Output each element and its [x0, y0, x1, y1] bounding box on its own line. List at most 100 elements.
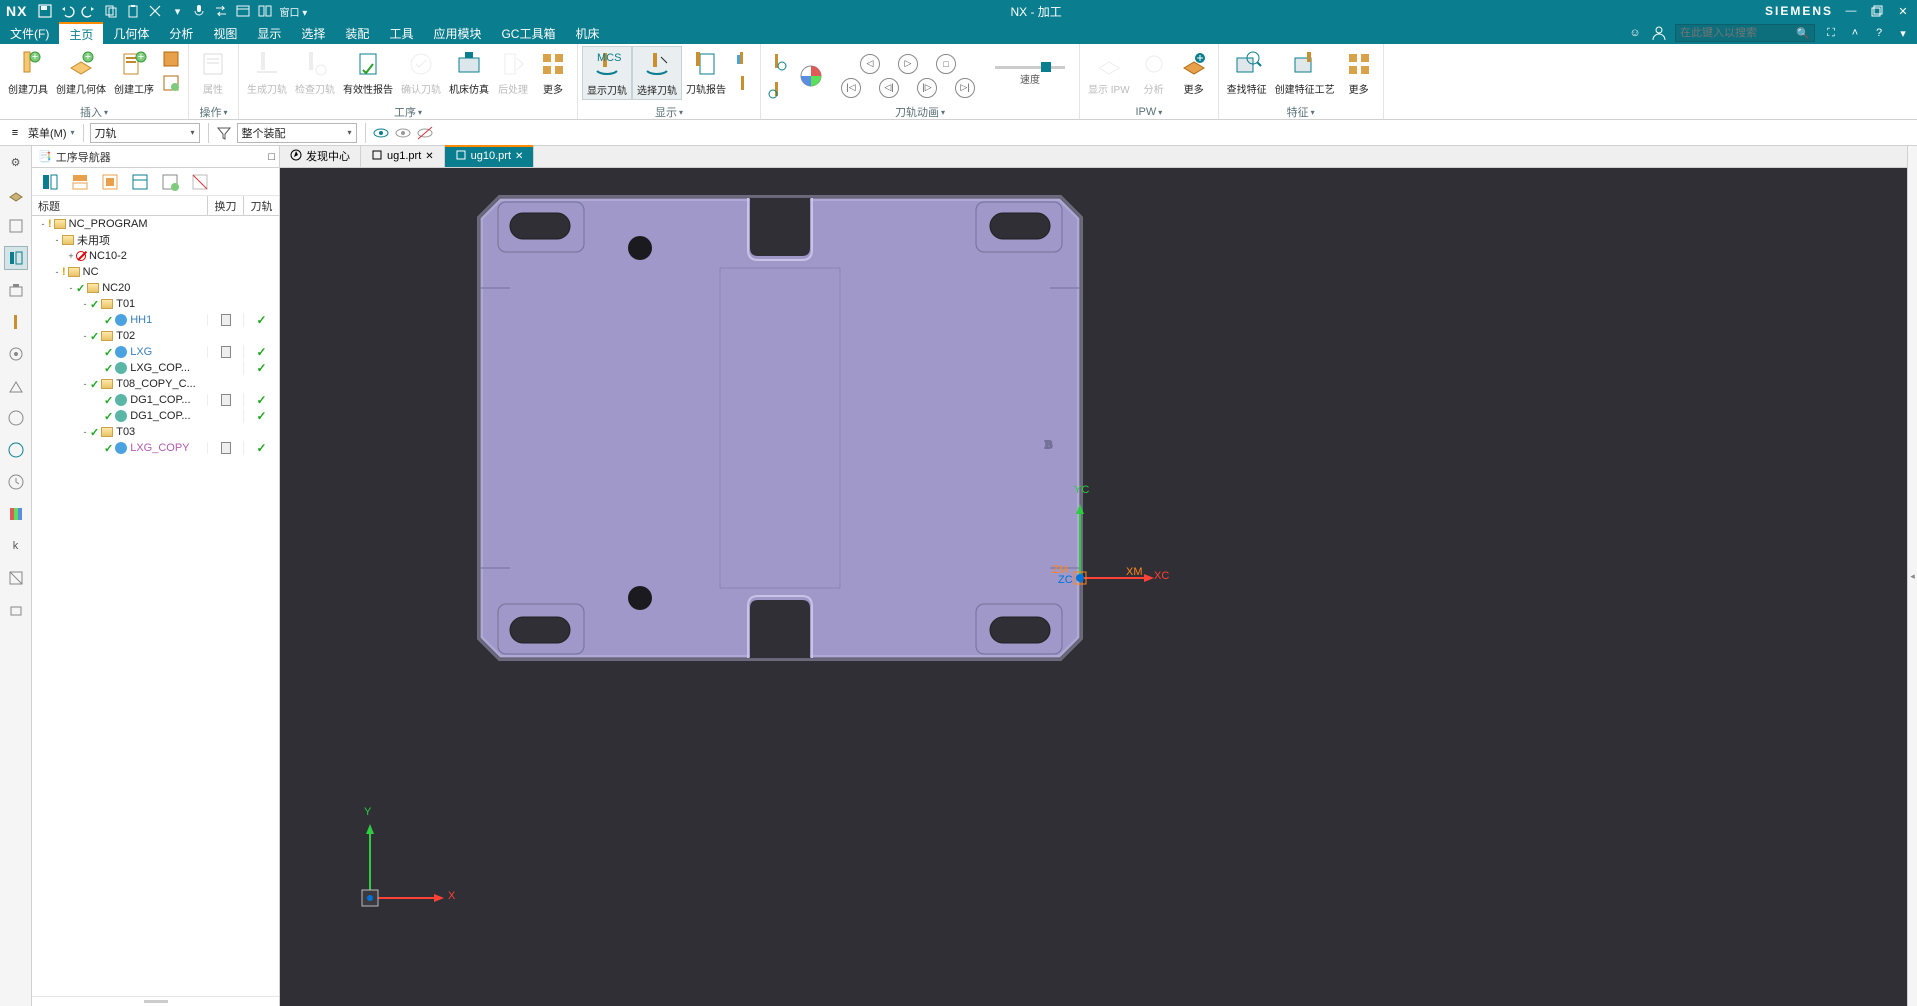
restore-button[interactable] [1869, 3, 1885, 19]
col-toolpath[interactable]: 刀轨 [243, 196, 279, 215]
selmenu-label[interactable]: 菜单(M) [28, 125, 67, 141]
touch-icon[interactable]: ▾ [169, 3, 185, 19]
rail-tool-icon[interactable] [4, 310, 28, 334]
smiley-icon[interactable]: ☺ [1627, 25, 1643, 41]
doc-tab-2[interactable]: ug10.prt✕ [445, 145, 535, 167]
filter-icon[interactable] [215, 124, 233, 142]
tree-twist[interactable]: - [52, 267, 62, 277]
swap-icon[interactable] [213, 3, 229, 19]
paste-icon[interactable] [125, 3, 141, 19]
tree-row[interactable]: ✓LXG_COP...✓ [32, 360, 279, 376]
rail-misc-icon[interactable] [4, 598, 28, 622]
tree-row[interactable]: -✓NC20 [32, 280, 279, 296]
tree-row[interactable]: -!NC [32, 264, 279, 280]
nav-tree[interactable]: -!NC_PROGRAM-未用项+NC10-2-!NC-✓NC20-✓T01✓H… [32, 216, 279, 996]
display-small-2[interactable] [732, 72, 754, 94]
tree-row[interactable]: ✓HH1✓ [32, 312, 279, 328]
tab-close-icon[interactable]: ✕ [425, 151, 433, 162]
rail-machine-icon[interactable] [4, 278, 28, 302]
doc-tab-0[interactable]: 发现中心 [280, 145, 361, 167]
col-toolchange[interactable]: 换刀 [207, 196, 243, 215]
tree-row[interactable]: -未用项 [32, 232, 279, 248]
window-dropdown[interactable]: 窗口 ▾ [279, 3, 307, 19]
anim-color-button[interactable] [791, 58, 831, 94]
menu-item-6[interactable]: 选择 [291, 22, 335, 44]
ribbon-collapse-icon[interactable]: ˄ [1847, 25, 1863, 41]
rail-geom-icon[interactable] [4, 342, 28, 366]
sel-icon-3[interactable] [416, 124, 434, 142]
menu-item-2[interactable]: 几何体 [103, 22, 159, 44]
anim-icon-1[interactable] [767, 51, 789, 73]
tree-row[interactable]: -✓T08_COPY_C... [32, 376, 279, 392]
step-back-button[interactable]: ◁| [879, 78, 899, 98]
tree-twist[interactable]: + [66, 251, 76, 261]
viewport[interactable]: B YC XC ZC XM ZM [280, 168, 1907, 1006]
tab-close-icon[interactable]: ✕ [515, 151, 523, 162]
process-more-button[interactable]: 更多 [533, 46, 573, 98]
tree-row[interactable]: -!NC_PROGRAM [32, 216, 279, 232]
nav-tb-5[interactable] [158, 170, 182, 194]
rail-part-icon[interactable] [4, 182, 28, 206]
tree-twist[interactable]: - [66, 283, 76, 293]
nav-resize-grip[interactable] [32, 996, 279, 1006]
menu-item-1[interactable]: 主页 [59, 22, 103, 44]
menu-item-10[interactable]: GC工具箱 [491, 22, 565, 44]
minimize-button[interactable]: — [1843, 3, 1859, 19]
tree-row[interactable]: ✓LXG_COPY✓ [32, 440, 279, 456]
rail-view-icon[interactable] [4, 438, 28, 462]
step-start-button[interactable]: |◁ [841, 78, 861, 98]
undo-icon[interactable] [59, 3, 75, 19]
step-end-button[interactable]: ▷| [955, 78, 975, 98]
tree-twist[interactable]: - [80, 299, 90, 309]
tree-row[interactable]: ✓DG1_COP...✓ [32, 408, 279, 424]
assembly-scope-combo[interactable]: 整个装配▾ [237, 123, 357, 143]
cut-icon[interactable] [147, 3, 163, 19]
tree-twist[interactable]: - [80, 331, 90, 341]
redo-icon[interactable] [81, 3, 97, 19]
tree-twist[interactable]: - [80, 427, 90, 437]
menu-item-11[interactable]: 机床 [565, 22, 609, 44]
insert-small-1[interactable] [160, 48, 182, 70]
create-geometry-button[interactable]: + 创建几何体 [52, 46, 110, 98]
menu-item-0[interactable]: 文件(F) [0, 22, 59, 44]
rail-palette-icon[interactable] [4, 502, 28, 526]
save-icon[interactable] [37, 3, 53, 19]
layout-icon[interactable] [257, 3, 273, 19]
close-button[interactable]: ✕ [1895, 3, 1911, 19]
rail-history-icon[interactable] [4, 470, 28, 494]
display-small-1[interactable] [732, 48, 754, 70]
tree-row[interactable]: ✓DG1_COP...✓ [32, 392, 279, 408]
tree-row[interactable]: ✓LXG✓ [32, 344, 279, 360]
anim-icon-2[interactable] [767, 79, 789, 101]
create-feature-process-button[interactable]: 创建特征工艺 [1271, 46, 1339, 98]
rail-operation-nav-icon[interactable] [4, 246, 28, 270]
rail-color-icon[interactable] [4, 406, 28, 430]
tree-row[interactable]: +NC10-2 [32, 248, 279, 264]
menu-item-7[interactable]: 装配 [335, 22, 379, 44]
find-feature-button[interactable]: 查找特征 [1223, 46, 1271, 98]
create-tool-button[interactable]: + 创建刀具 [4, 46, 52, 98]
feature-more-button[interactable]: 更多 [1339, 46, 1379, 98]
menu-item-3[interactable]: 分析 [159, 22, 203, 44]
nav-tb-1[interactable] [38, 170, 62, 194]
tree-row[interactable]: -✓T03 [32, 424, 279, 440]
tree-twist[interactable]: - [38, 219, 48, 229]
rail-assembly-icon[interactable] [4, 214, 28, 238]
copy-icon[interactable] [103, 3, 119, 19]
selection-type-combo[interactable]: 刀轨▾ [90, 123, 200, 143]
validity-report-button[interactable]: 有效性报告 [339, 46, 397, 98]
ipw-more-button[interactable]: 更多 [1174, 46, 1214, 98]
insert-small-2[interactable] [160, 72, 182, 94]
mic-icon[interactable] [191, 3, 207, 19]
nav-tb-2[interactable] [68, 170, 92, 194]
toolpath-report-button[interactable]: 刀轨报告 [682, 46, 730, 98]
select-toolpath-button[interactable]: 选择刀轨 [632, 46, 682, 100]
help-icon[interactable]: ? [1871, 25, 1887, 41]
tree-row[interactable]: -✓T02 [32, 328, 279, 344]
tree-twist[interactable]: - [52, 235, 62, 245]
tree-twist[interactable]: - [80, 379, 90, 389]
right-rail-toggle[interactable]: ◂ [1907, 146, 1917, 1006]
show-toolpath-button[interactable]: MCS显示刀轨 [582, 46, 632, 100]
rail-measure-icon[interactable]: k [4, 534, 28, 558]
selmenu-icon[interactable]: ≡ [6, 124, 24, 142]
